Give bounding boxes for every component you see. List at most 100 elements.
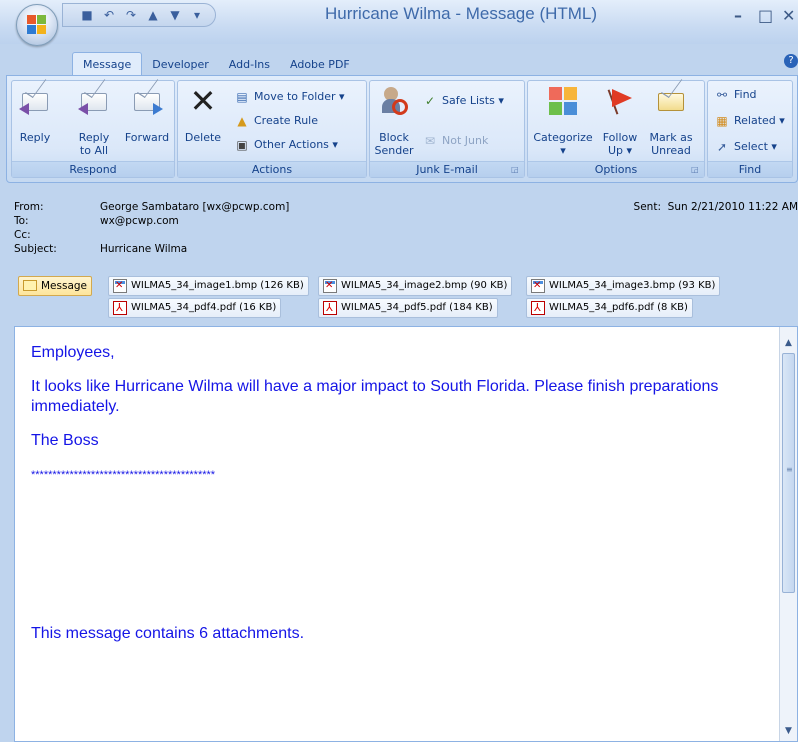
minimize-button[interactable]: – (734, 6, 742, 25)
separator-stars: ****************************************… (31, 469, 216, 481)
group-label-find: Find (708, 161, 792, 177)
safe-lists-icon: ✓ (424, 94, 436, 108)
not-junk-icon: ✉ (424, 134, 436, 148)
forward-button[interactable]: Forward (122, 85, 172, 144)
pdf-file-icon (323, 301, 337, 315)
office-button[interactable] (16, 4, 58, 46)
scroll-grip-icon: ≡ (786, 465, 793, 474)
attachments-bar: Message WILMA5_34_image1.bmp (126 KB) WI… (14, 272, 798, 320)
sent-value: Sent: Sun 2/21/2010 11:22 AM (633, 201, 798, 213)
move-to-folder-button[interactable]: ▤ Move to Folder ▾ (234, 87, 344, 107)
group-actions: ✕ Delete ▤ Move to Folder ▾ ▲ Create Rul… (177, 80, 367, 178)
to-value[interactable]: wx@pcwp.com (100, 214, 179, 228)
scroll-up-icon[interactable]: ▲ (780, 335, 797, 351)
other-actions-icon: ▣ (236, 138, 248, 152)
ribbon-tabs: Message Developer Add-Ins Adobe PDF (72, 52, 360, 76)
tab-developer[interactable]: Developer (142, 54, 219, 76)
bmp-file-icon (531, 279, 545, 293)
group-options: Categorize ▾ Follow Up ▾ Mark as Unread … (527, 80, 705, 178)
attachment-image3[interactable]: WILMA5_34_image3.bmp (93 KB) (526, 276, 721, 296)
group-respond: Reply Reply to All Forward Respond (11, 80, 175, 178)
select-button[interactable]: ➚ Select ▾ (714, 137, 777, 157)
tab-adobe-pdf[interactable]: Adobe PDF (280, 54, 360, 76)
other-actions-button[interactable]: ▣ Other Actions ▾ (234, 135, 338, 155)
from-value[interactable]: George Sambataro [wx@pcwp.com] (100, 200, 289, 214)
move-to-folder-icon: ▤ (236, 90, 248, 104)
ribbon: Reply Reply to All Forward Respond ✕ Del… (6, 75, 798, 183)
subject-label: Subject: (14, 243, 57, 255)
signature: The Boss (31, 432, 99, 449)
bmp-file-icon (113, 279, 127, 293)
subject-value: Hurricane Wilma (100, 243, 188, 255)
reply-icon (19, 85, 51, 117)
attachment-pdf6[interactable]: WILMA5_34_pdf6.pdf (8 KB) (526, 298, 693, 318)
group-junk-email: Block Sender ✓ Safe Lists ▾ ✉ Not Junk J… (369, 80, 525, 178)
quick-access-toolbar: ■ ↶ ↷ ▲ ▼ ▾ (62, 3, 216, 27)
find-button[interactable]: ⚯ Find (714, 85, 757, 105)
reply-all-icon (78, 85, 110, 117)
options-dialog-launcher-icon[interactable]: ◲ (691, 165, 701, 175)
next-item-icon[interactable]: ▼ (165, 5, 185, 25)
delete-x-icon: ✕ (189, 82, 217, 120)
mark-unread-icon (655, 85, 687, 117)
group-label-actions: Actions (178, 161, 366, 177)
message-attachment-tab[interactable]: Message (18, 276, 93, 296)
safe-lists-button[interactable]: ✓ Safe Lists ▾ (422, 91, 504, 111)
categorize-button[interactable]: Categorize ▾ (532, 85, 594, 157)
body-paragraph: It looks like Hurricane Wilma will have … (31, 378, 719, 415)
categorize-icon (547, 85, 579, 117)
message-body: Employees, It looks like Hurricane Wilma… (31, 343, 761, 499)
group-label-respond: Respond (12, 161, 174, 177)
attachment-image1[interactable]: WILMA5_34_image1.bmp (126 KB) (108, 276, 309, 296)
related-icon: ▦ (716, 114, 728, 128)
bmp-file-icon (323, 279, 337, 293)
attachment-image2[interactable]: WILMA5_34_image2.bmp (90 KB) (318, 276, 513, 296)
not-junk-button[interactable]: ✉ Not Junk (422, 131, 488, 151)
from-label: From: (14, 201, 44, 213)
tab-add-ins[interactable]: Add-Ins (219, 54, 280, 76)
cc-label: Cc: (14, 229, 31, 241)
create-rule-icon: ▲ (237, 114, 247, 128)
message-header: From: George Sambataro [wx@pcwp.com] Sen… (14, 196, 798, 266)
window-title: Hurricane Wilma - Message (HTML) (325, 4, 598, 23)
junk-dialog-launcher-icon[interactable]: ◲ (511, 165, 521, 175)
related-button[interactable]: ▦ Related ▾ (714, 111, 784, 131)
group-label-options: Options (528, 161, 704, 177)
mark-as-unread-button[interactable]: Mark as Unread (646, 85, 696, 157)
reply-button[interactable]: Reply (18, 85, 52, 144)
undo-icon[interactable]: ↶ (99, 5, 119, 25)
forward-icon (131, 85, 163, 117)
office-logo-icon (27, 15, 47, 35)
group-label-junk-email: Junk E-mail (370, 161, 524, 177)
title-bar: ■ ↶ ↷ ▲ ▼ ▾ Hurricane Wilma - Message (H… (0, 0, 798, 46)
attachment-pdf4[interactable]: WILMA5_34_pdf4.pdf (16 KB) (108, 298, 282, 318)
from-row: From: George Sambataro [wx@pcwp.com] Sen… (14, 200, 798, 214)
maximize-button[interactable]: □ (758, 6, 773, 25)
previous-item-icon[interactable]: ▲ (143, 5, 163, 25)
group-find: ⚯ Find ▦ Related ▾ ➚ Select ▾ Find (707, 80, 793, 178)
follow-up-button[interactable]: Follow Up ▾ (600, 85, 640, 157)
reply-all-button[interactable]: Reply to All (74, 85, 114, 157)
save-icon[interactable]: ■ (77, 5, 97, 25)
block-sender-icon (378, 85, 410, 117)
create-rule-button[interactable]: ▲ Create Rule (234, 111, 318, 131)
customize-qat-icon[interactable]: ▾ (187, 5, 207, 25)
tab-message[interactable]: Message (72, 52, 143, 76)
cursor-arrow-icon: ➚ (716, 140, 728, 154)
scroll-down-icon[interactable]: ▼ (780, 723, 797, 739)
close-button[interactable]: ✕ (782, 6, 795, 25)
attachment-note: This message contains 6 attachments. (31, 625, 305, 642)
pdf-file-icon (113, 301, 127, 315)
delete-button[interactable]: ✕ Delete (184, 85, 222, 144)
greeting: Employees, (31, 344, 115, 361)
help-icon[interactable]: ? (784, 54, 798, 68)
to-label: To: (14, 215, 29, 227)
attachment-pdf5[interactable]: WILMA5_34_pdf5.pdf (184 KB) (318, 298, 498, 318)
vertical-scrollbar[interactable]: ▲ ≡ ▼ (779, 327, 797, 741)
message-body-pane[interactable]: Employees, It looks like Hurricane Wilma… (14, 326, 798, 742)
block-sender-button[interactable]: Block Sender (374, 85, 414, 157)
follow-up-flag-icon (604, 85, 636, 117)
redo-icon[interactable]: ↷ (121, 5, 141, 25)
scroll-thumb[interactable]: ≡ (782, 353, 795, 593)
envelope-icon (23, 280, 37, 291)
